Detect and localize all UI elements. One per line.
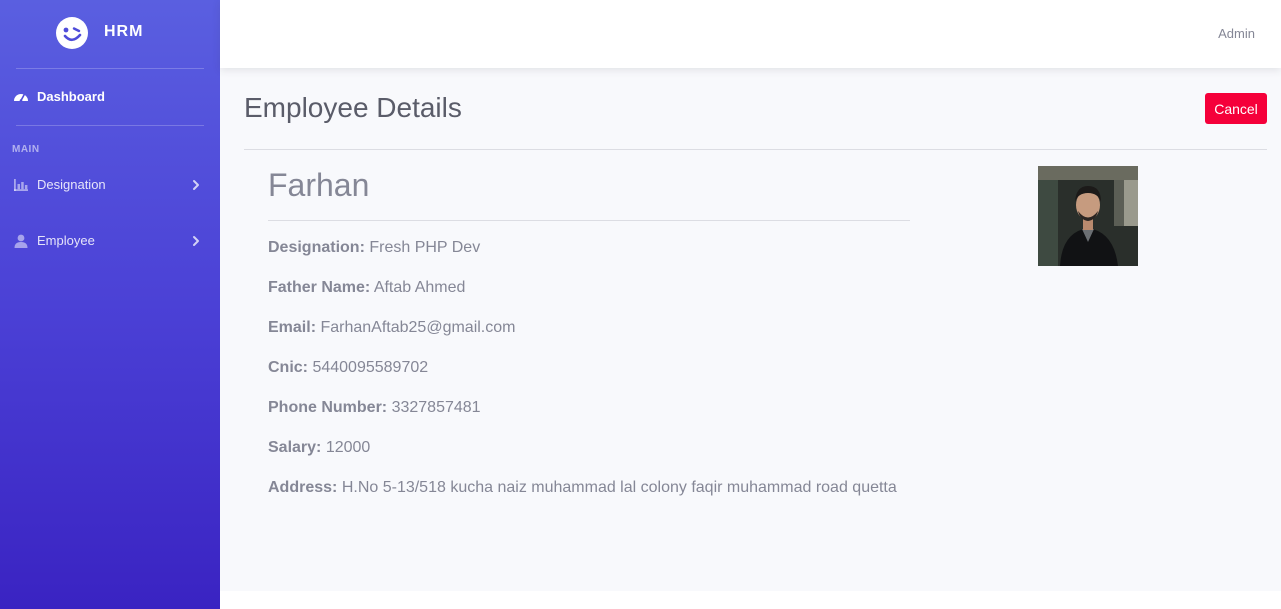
main-content: Employee Details Cancel Farhan Designati… [220,68,1281,591]
field-label: Address: [268,479,338,496]
employee-photo [1038,166,1138,266]
cancel-button[interactable]: Cancel [1205,93,1267,124]
winking-face-icon [56,17,88,49]
speedometer-icon [14,94,28,102]
field-phone-number: Phone Number: 3327857481 [268,399,481,417]
field-designation: Designation: Fresh PHP Dev [268,239,480,257]
sidebar-item-dashboard[interactable]: Dashboard [0,79,220,115]
sidebar-divider [16,68,204,69]
field-value: FarhanAftab25@gmail.com [320,319,516,336]
field-value: Aftab Ahmed [373,279,466,296]
sidebar-item-employee[interactable]: Employee [0,223,220,259]
sidebar: HRM Dashboard MAIN Designation Employee [0,0,220,609]
user-menu[interactable]: Admin [1218,26,1255,41]
field-value: 12000 [325,439,371,456]
field-value: H.No 5-13/518 kucha naiz muhammad lal co… [341,479,897,496]
brand-name: HRM [104,23,144,40]
field-label: Salary: [268,439,322,456]
divider [268,220,910,221]
sidebar-divider [16,125,204,126]
brand[interactable]: HRM [0,0,220,68]
field-label: Phone Number: [268,399,388,416]
field-value: Fresh PHP Dev [369,239,481,256]
field-address: Address: H.No 5-13/518 kucha naiz muhamm… [268,479,897,497]
field-value: 3327857481 [391,399,481,416]
chevron-right-icon [193,180,199,190]
chevron-right-icon [193,236,199,246]
field-father-name: Father Name: Aftab Ahmed [268,279,465,297]
topbar: Admin [220,0,1281,68]
field-label: Cnic: [268,359,308,376]
bar-chart-icon [14,179,28,191]
user-icon [14,234,28,248]
sidebar-item-label: Employee [37,233,95,248]
sidebar-item-label: Designation [37,177,106,192]
sidebar-item-label: Dashboard [37,89,105,104]
field-email: Email: FarhanAftab25@gmail.com [268,319,515,337]
field-label: Father Name: [268,279,371,296]
sidebar-heading: MAIN [12,144,40,155]
employee-name: Farhan [268,167,370,203]
field-label: Email: [268,319,317,336]
field-cnic: Cnic: 5440095589702 [268,359,428,377]
page-title: Employee Details [244,92,462,123]
field-value: 5440095589702 [312,359,429,376]
divider [244,149,1267,150]
sidebar-item-designation[interactable]: Designation [0,167,220,203]
field-salary: Salary: 12000 [268,439,370,457]
field-label: Designation: [268,239,365,256]
